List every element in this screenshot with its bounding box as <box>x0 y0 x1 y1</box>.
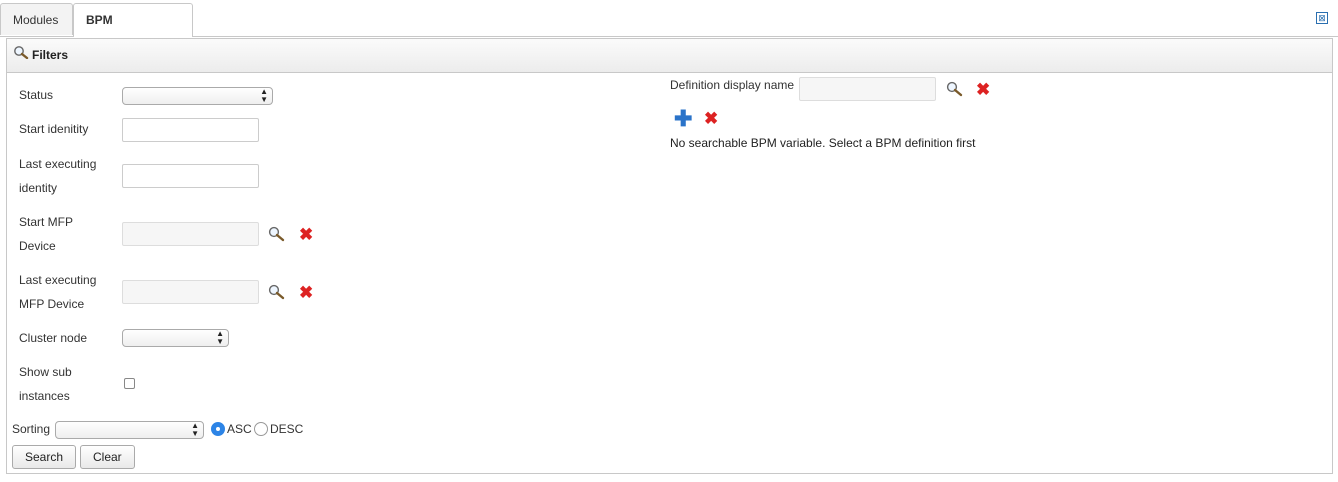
start-mfp-search-icon[interactable] <box>267 226 285 245</box>
last-exec-identity-label-line1: Last executing <box>19 157 97 171</box>
sorting-select[interactable]: ▲ ▼ <box>55 421 204 439</box>
no-variable-message: No searchable BPM variable. Select a BPM… <box>670 136 976 150</box>
definition-display-name-label: Definition display name <box>670 78 795 92</box>
tab-bpm-instance[interactable]: BPM Instance✖ <box>73 3 193 59</box>
magnifier-icon <box>13 39 29 72</box>
last-mfp-clear-icon[interactable]: ✖ <box>299 284 313 301</box>
window-close-icon[interactable]: ⊠ <box>1316 12 1328 24</box>
last-exec-identity-label-line2: identity <box>19 181 58 195</box>
tab-modules[interactable]: Modules <box>0 3 73 35</box>
desc-label: DESC <box>270 422 304 436</box>
start-identity-label: Start idenitity <box>19 122 89 136</box>
start-mfp-label-line1: Start MFP <box>19 215 74 229</box>
last-exec-identity-input[interactable] <box>122 164 259 188</box>
cluster-node-label: Cluster node <box>19 331 88 345</box>
select-arrows-icon: ▲ ▼ <box>191 421 199 438</box>
tab-bar: Modules BPM Instance✖ ⊠ <box>0 0 1338 59</box>
show-sub-instances-checkbox[interactable] <box>124 378 135 389</box>
clear-button[interactable]: Clear <box>80 445 135 469</box>
last-mfp-label-line2: MFP Device <box>19 297 85 311</box>
last-mfp-label-line1: Last executing <box>19 273 97 287</box>
filters-title: Filters <box>32 48 69 62</box>
remove-variable-icon[interactable]: ✖ <box>704 110 718 127</box>
show-sub-label-line1: Show sub <box>19 365 72 379</box>
search-button[interactable]: Search <box>12 445 77 469</box>
status-select[interactable]: ▲ ▼ <box>122 87 273 105</box>
cluster-node-select[interactable]: ▲ ▼ <box>122 329 229 347</box>
start-mfp-input[interactable] <box>122 222 259 246</box>
desc-radio[interactable] <box>254 422 268 436</box>
asc-label: ASC <box>227 422 252 436</box>
start-mfp-label-line2: Device <box>19 239 56 253</box>
status-label: Status <box>19 88 54 102</box>
start-mfp-clear-icon[interactable]: ✖ <box>299 226 313 243</box>
definition-clear-icon[interactable]: ✖ <box>976 81 990 98</box>
start-identity-input[interactable] <box>122 118 259 142</box>
add-variable-plus-icon[interactable]: ✚ <box>674 108 692 130</box>
select-arrows-icon: ▲ ▼ <box>216 329 224 346</box>
definition-display-name-input[interactable] <box>799 77 936 101</box>
last-mfp-input[interactable] <box>122 280 259 304</box>
definition-search-icon[interactable] <box>945 81 963 100</box>
sorting-label: Sorting <box>12 422 51 436</box>
tab-modules-label: Modules <box>13 13 59 27</box>
asc-radio[interactable] <box>211 422 225 436</box>
show-sub-label-line2: instances <box>19 389 70 403</box>
last-mfp-search-icon[interactable] <box>267 284 285 303</box>
select-arrows-icon: ▲ ▼ <box>260 87 268 104</box>
filters-header[interactable]: Filters <box>7 39 1332 73</box>
